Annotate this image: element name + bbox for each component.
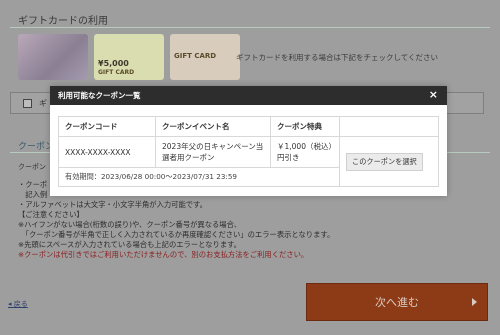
instruction-warning: ※クーポンは代引きではご利用いただけませんので、別のお支払方法をご利用ください。: [18, 250, 309, 259]
gift-card-image: ¥5,000 GIFT CARD: [94, 34, 164, 80]
coupon-validity-period: 有効期間：2023/06/28 00:00〜2023/07/31 23:59: [58, 167, 340, 187]
gift-card-label: GIFT CARD: [174, 52, 217, 60]
instruction-line: ※先頭にスペースが入力されている場合も上記のエラーとなります。: [18, 240, 241, 249]
next-button[interactable]: 次へ進む: [306, 283, 488, 321]
gift-card-amount: ¥5,000: [98, 59, 129, 68]
gift-section-title: ギフトカードの利用: [18, 16, 108, 27]
chevron-right-icon: [472, 298, 477, 306]
gift-card-image: GIFT CARD: [170, 34, 240, 80]
gift-card-label: GIFT CARD: [98, 69, 135, 76]
column-header-benefit: クーポン特典: [270, 116, 340, 137]
select-coupon-button[interactable]: このクーポンを選択: [346, 152, 423, 171]
column-header-code: クーポンコード: [58, 116, 156, 137]
coupon-section-title: クーポン: [18, 142, 55, 152]
back-link[interactable]: ◂ 戻る: [8, 299, 28, 309]
instruction-line: 【ご注意ください】: [18, 210, 84, 219]
table-header-row: クーポンコード クーポンイベント名 クーポン特典: [58, 116, 439, 137]
coupon-benefit: ￥1,000（税込）円引き: [270, 136, 340, 168]
back-link-label: 戻る: [13, 300, 28, 308]
gift-note: ギフトカードを利用する場合は下記をチェックしてください: [236, 53, 439, 62]
instruction-line: 「クーポン番号が半角で正しく入力されているか再度確認ください」のエラー表示となり…: [18, 230, 335, 239]
gift-card-checkbox[interactable]: [23, 99, 32, 108]
coupon-modal: 利用可能なクーポン一覧 × クーポンコード クーポンイベント名 クーポン特典 X…: [50, 86, 447, 196]
column-header-action: [339, 116, 439, 137]
next-button-label: 次へ進む: [375, 296, 419, 309]
instruction-line: ※ハイフンがない場合(桁数の誤り)や、クーポン番号が異なる場合、: [18, 220, 242, 229]
modal-title: 利用可能なクーポン一覧: [58, 91, 141, 100]
close-icon[interactable]: ×: [429, 88, 438, 101]
coupon-event-name: 2023年父の日キャンペーン当選者用クーポン: [155, 136, 271, 168]
checkbox-label: ギ: [39, 99, 47, 108]
instruction-line: ・アルファベットは大文字・小文字半角が入力可能です。: [18, 200, 207, 209]
gift-card-images: ¥5,000 GIFT CARD GIFT CARD: [18, 34, 240, 80]
table-row: XXXX-XXXX-XXXX 2023年父の日キャンペーン当選者用クーポン ￥1…: [58, 136, 439, 187]
coupon-table: クーポンコード クーポンイベント名 クーポン特典 XXXX-XXXX-XXXX …: [58, 116, 439, 187]
coupon-label: クーポン: [18, 163, 46, 171]
coupon-action-cell: このクーポンを選択: [339, 136, 439, 187]
modal-header: 利用可能なクーポン一覧 ×: [50, 86, 447, 105]
gift-card-image: [18, 34, 88, 80]
coupon-code: XXXX-XXXX-XXXX: [58, 136, 156, 168]
column-header-event: クーポンイベント名: [155, 116, 271, 137]
section-divider: [10, 27, 490, 28]
